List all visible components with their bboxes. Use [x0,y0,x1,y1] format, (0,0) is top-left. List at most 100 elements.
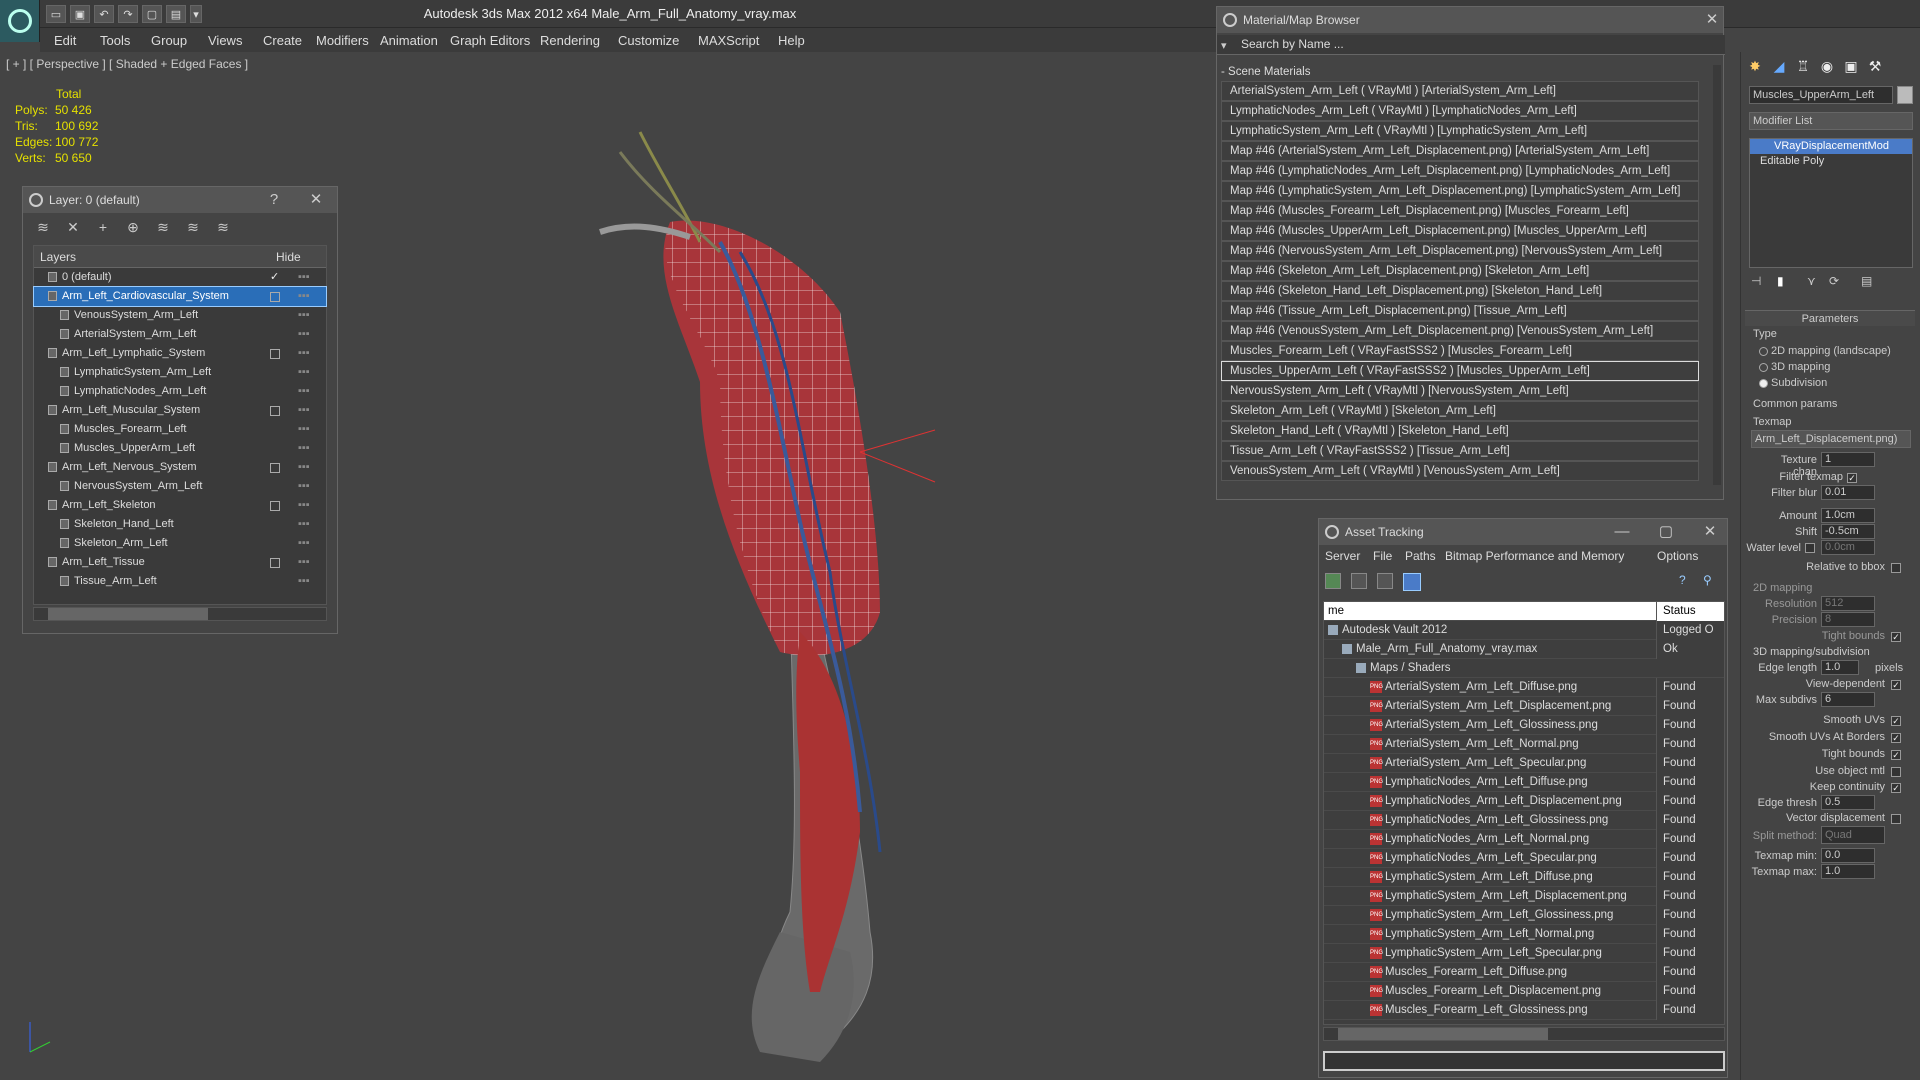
layer-row[interactable]: Muscles_Forearm_Left ▪▪▪ [34,420,326,439]
material-item[interactable]: NervousSystem_Arm_Left ( VRayMtl ) [Nerv… [1221,381,1699,401]
delete-layer-icon[interactable]: ✕ [63,217,83,237]
layer-row[interactable]: Arm_Left_Skeleton ▪▪▪ [34,496,326,515]
water-level-spinner[interactable]: 0.0cm [1821,540,1875,555]
column-hide[interactable]: Hide [270,250,301,264]
hierarchy-tab-icon[interactable]: ♖ [1793,58,1813,78]
highlight-layer-icon[interactable]: ≋ [153,217,173,237]
hide-checkbox[interactable] [270,406,280,416]
menu-help[interactable]: Help [778,33,805,48]
layer-panel-titlebar[interactable]: Layer: 0 (default) ? ✕ [23,187,337,213]
asset-row[interactable]: PNG LymphaticSystem_Arm_Left_Specular.png… [1324,944,1724,963]
scroll-thumb[interactable] [48,608,208,620]
close-icon[interactable]: ✕ [1701,9,1723,31]
column-status[interactable]: Status [1656,602,1724,621]
layer-row[interactable]: LymphaticNodes_Arm_Left ▪▪▪ [34,382,326,401]
search-options-icon[interactable]: ▾ [1221,39,1227,52]
material-search-input[interactable]: Search by Name ... [1217,35,1725,55]
table-view-icon[interactable] [1403,573,1421,591]
material-item[interactable]: Muscles_UpperArm_Left ( VRayFastSSS2 ) [… [1221,361,1699,381]
remove-modifier-icon[interactable]: ⟳ [1829,274,1839,288]
column-name[interactable]: me [1324,605,1344,617]
layer-row[interactable]: Arm_Left_Tissue ▪▪▪ [34,553,326,572]
hide-toggle[interactable]: ▪▪▪ [298,534,310,553]
material-item[interactable]: Map #46 (Skeleton_Arm_Left_Displacement.… [1221,261,1699,281]
menu-rendering[interactable]: Rendering [540,33,600,48]
asset-row[interactable]: PNG LymphaticSystem_Arm_Left_Displacement… [1324,887,1724,906]
asset-row[interactable]: Male_Arm_Full_Anatomy_vray.max Ok [1324,640,1724,659]
asset-row[interactable]: PNG Muscles_Forearm_Left_Displacement.png… [1324,982,1724,1001]
radio-3d-mapping[interactable] [1759,363,1768,372]
menu-graph-editors[interactable]: Graph Editors [450,33,530,48]
relative-bbox-checkbox[interactable] [1891,563,1901,573]
material-item[interactable]: Map #46 (Tissue_Arm_Left_Displacement.pn… [1221,301,1699,321]
select-objects-icon[interactable]: ⊕ [123,217,143,237]
asset-hscrollbar[interactable] [1323,1027,1725,1041]
hide-toggle[interactable]: ▪▪▪ [298,382,310,401]
layer-row[interactable]: Skeleton_Arm_Left ▪▪▪ [34,534,326,553]
pin-stack-icon[interactable]: ⊣ [1751,274,1761,288]
filter-blur-spinner[interactable]: 0.01 [1821,485,1875,500]
asset-row[interactable]: PNG LymphaticNodes_Arm_Left_Normal.png Fou… [1324,830,1724,849]
hide-toggle[interactable]: ▪▪▪ [298,344,310,363]
object-name-field[interactable]: Muscles_UpperArm_Left [1749,86,1893,104]
detail-view-icon[interactable] [1377,573,1393,589]
asset-row[interactable]: PNG Muscles_Forearm_Left_Glossiness.png Fo… [1324,1001,1724,1020]
hide-checkbox[interactable] [270,463,280,473]
asset-row[interactable]: PNG LymphaticNodes_Arm_Left_Diffuse.png Fo… [1324,773,1724,792]
menu-views[interactable]: Views [208,33,242,48]
asset-row[interactable]: PNG LymphaticNodes_Arm_Left_Specular.png F… [1324,849,1724,868]
material-item[interactable]: VenousSystem_Arm_Left ( VRayMtl ) [Venou… [1221,461,1699,481]
hide-all-icon[interactable]: ≋ [183,217,203,237]
asset-row[interactable]: PNG LymphaticNodes_Arm_Left_Displacement.… [1324,792,1724,811]
material-item[interactable]: Map #46 (LymphaticNodes_Arm_Left_Displac… [1221,161,1699,181]
material-item[interactable]: ArterialSystem_Arm_Left ( VRayMtl ) [Art… [1221,81,1699,101]
scene-materials-header[interactable]: - Scene Materials [1221,63,1719,81]
hide-checkbox[interactable] [270,292,280,302]
help-button[interactable]: ? [263,189,285,211]
show-end-result-icon[interactable]: ▮ [1777,274,1784,288]
layer-row[interactable]: NervousSystem_Arm_Left ▪▪▪ [34,477,326,496]
layer-row[interactable]: 0 (default) ✓ ▪▪▪ [34,268,326,287]
shift-spinner[interactable]: -0.5cm [1821,524,1875,539]
asset-menu-options[interactable]: Options [1657,549,1698,563]
filter-texmap-checkbox[interactable]: ✓ [1847,473,1857,483]
list-view-icon[interactable] [1351,573,1367,589]
hide-toggle[interactable]: ▪▪▪ [298,268,310,287]
menu-create[interactable]: Create [263,33,302,48]
vector-displacement-checkbox[interactable] [1891,814,1901,824]
hide-toggle[interactable]: ▪▪▪ [298,287,310,306]
hide-toggle[interactable]: ▪▪▪ [298,325,310,344]
maximize-icon[interactable]: ▢ [1655,521,1677,543]
material-item[interactable]: LymphaticNodes_Arm_Left ( VRayMtl ) [Lym… [1221,101,1699,121]
asset-tracking-titlebar[interactable]: Asset Tracking — ▢ ✕ [1319,519,1727,545]
layer-row[interactable]: ArterialSystem_Arm_Left ▪▪▪ [34,325,326,344]
layer-row[interactable]: Arm_Left_Nervous_System ▪▪▪ [34,458,326,477]
asset-row[interactable]: PNG ArterialSystem_Arm_Left_Glossiness.pn… [1324,716,1724,735]
asset-row[interactable]: PNG ArterialSystem_Arm_Left_Specular.png F… [1324,754,1724,773]
hide-toggle[interactable]: ▪▪▪ [298,572,310,591]
layer-row[interactable]: Arm_Left_Lymphatic_System ▪▪▪ [34,344,326,363]
tight-bounds-checkbox[interactable]: ✓ [1891,750,1901,760]
layer-row[interactable]: Skeleton_Hand_Left ▪▪▪ [34,515,326,534]
material-item[interactable]: Skeleton_Hand_Left ( VRayMtl ) [Skeleton… [1221,421,1699,441]
edge-length-spinner[interactable]: 1.0 [1821,660,1859,675]
material-item[interactable]: Map #46 (Muscles_Forearm_Left_Displaceme… [1221,201,1699,221]
view-dependent-checkbox[interactable]: ✓ [1891,680,1901,690]
hide-toggle[interactable]: ▪▪▪ [298,477,310,496]
menu-group[interactable]: Group [151,33,187,48]
resolution-spinner[interactable]: 512 [1821,596,1875,611]
asset-row[interactable]: PNG LymphaticNodes_Arm_Left_Glossiness.pn… [1324,811,1724,830]
menu-modifiers[interactable]: Modifiers [316,33,369,48]
close-icon[interactable]: ✕ [1699,521,1721,543]
hide-toggle[interactable]: ▪▪▪ [298,401,310,420]
hide-checkbox[interactable] [270,558,280,568]
layer-row[interactable]: Arm_Left_Muscular_System ▪▪▪ [34,401,326,420]
material-item[interactable]: LymphaticSystem_Arm_Left ( VRayMtl ) [Ly… [1221,121,1699,141]
menu-edit[interactable]: Edit [54,33,76,48]
refresh-icon[interactable] [1325,573,1341,589]
keep-continuity-checkbox[interactable]: ✓ [1891,783,1901,793]
asset-menu-file[interactable]: File [1373,549,1392,563]
scroll-thumb[interactable] [1338,1028,1548,1040]
create-layer-icon[interactable]: ≋ [33,217,53,237]
column-layers[interactable]: Layers [34,250,270,264]
